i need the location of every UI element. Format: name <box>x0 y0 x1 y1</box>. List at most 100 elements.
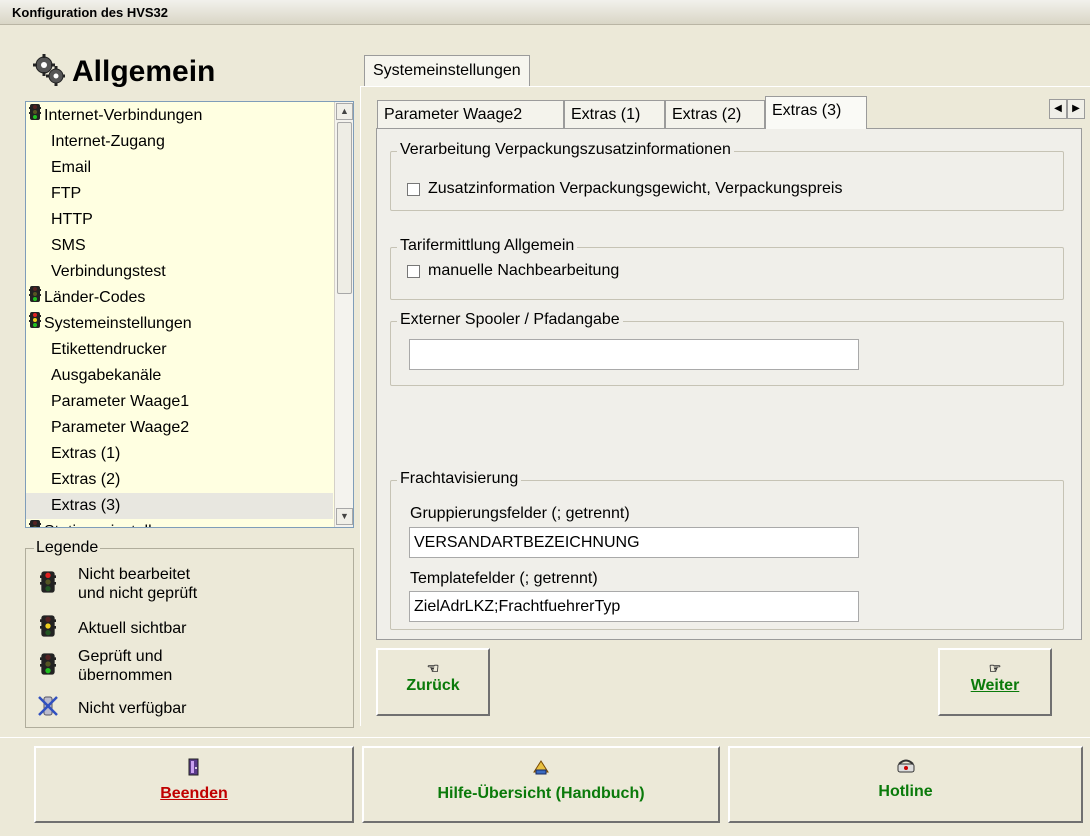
template-input[interactable]: ZielAdrLKZ;FrachtfuehrerTyp <box>409 591 859 622</box>
tree-item-label: Extras (1) <box>51 445 121 462</box>
tree-node[interactable]: Stationseinstellungen <box>26 519 196 527</box>
legend-item: Nicht verfügbar <box>36 695 187 722</box>
checkbox-box[interactable] <box>407 182 420 196</box>
phone-icon <box>730 758 1081 779</box>
legend-item: Aktuell sichtbar <box>36 615 187 642</box>
checkbox-box[interactable] <box>407 264 420 278</box>
section-heading: Allgemein <box>32 52 215 92</box>
tree-node[interactable]: Länder-Codes <box>26 285 145 311</box>
tarif-checkbox[interactable]: manuelle Nachbearbeitung <box>407 262 619 280</box>
legend-title: Legende <box>34 539 101 557</box>
legend-item: Nicht bearbeitet und nicht geprüft <box>36 565 197 603</box>
legend-item-text: Aktuell sichtbar <box>78 619 187 638</box>
help-book-icon <box>364 758 718 781</box>
group-verpackung: Verarbeitung Verpackungszusatzinformatio… <box>390 141 1064 211</box>
group-spooler-title: Externer Spooler / Pfadangabe <box>397 311 623 329</box>
traffic-light-green-icon <box>36 652 60 680</box>
group-tarif: Tarifermittlung Allgemein manuelle Nachb… <box>390 237 1064 300</box>
tree-item-label: Parameter Waage2 <box>51 419 190 436</box>
legend-item-line2: und nicht geprüft <box>78 585 198 602</box>
scroll-up-button[interactable]: ▲ <box>336 103 353 120</box>
tab-extras-1[interactable]: Extras (1) <box>564 100 665 128</box>
tree-item-label: Email <box>51 159 92 176</box>
tree-leaf[interactable]: Ausgabekanäle <box>26 363 161 389</box>
tab-scroll-right-icon[interactable]: ▶ <box>1067 99 1085 119</box>
tarif-checkbox-label[interactable]: manuelle Nachbearbeitung <box>428 262 619 280</box>
section-heading-text: Allgemein <box>72 55 216 88</box>
help-button[interactable]: Hilfe-Übersicht (Handbuch) <box>362 746 720 823</box>
verpackung-checkbox[interactable]: Zusatzinformation Verpackungsgewicht, Ve… <box>407 180 842 198</box>
not-available-icon <box>36 695 60 722</box>
legend-item: Geprüft und übernommen <box>36 647 172 685</box>
legend-item-line1: Geprüft und <box>78 648 163 665</box>
group-fracht: Frachtavisierung Gruppierungsfelder (; g… <box>390 470 1064 630</box>
legend-item-line1: Aktuell sichtbar <box>78 620 187 637</box>
window-title: Konfiguration des HVS32 <box>0 0 1090 25</box>
tab-content-extras-3: Verarbeitung Verpackungszusatzinformatio… <box>376 128 1082 640</box>
tree-scrollbar[interactable]: ▲ ▼ <box>334 102 353 527</box>
tree-leaf[interactable]: Extras (1) <box>26 441 120 467</box>
gruppierung-label: Gruppierungsfelder (; getrennt) <box>410 505 630 522</box>
help-button-label: Hilfe-Übersicht (Handbuch) <box>437 785 645 802</box>
legend-item-text: Nicht verfügbar <box>78 699 187 718</box>
tree-item-label: Extras (3) <box>51 497 121 514</box>
tree-leaf[interactable]: Extras (2) <box>26 467 120 493</box>
tab-scroll-left-icon[interactable]: ◀ <box>1049 99 1067 119</box>
next-button-label: Weiter <box>970 677 1020 694</box>
tree-leaf[interactable]: FTP <box>26 181 81 207</box>
verpackung-checkbox-label[interactable]: Zusatzinformation Verpackungsgewicht, Ve… <box>428 180 842 198</box>
tab-parameter-waage2[interactable]: Parameter Waage2 <box>377 100 564 128</box>
scroll-down-button[interactable]: ▼ <box>336 508 353 525</box>
quit-button[interactable]: Beenden <box>34 746 354 823</box>
next-button[interactable]: ☞ Weiter <box>938 648 1052 716</box>
tree-item-label: Etikettendrucker <box>51 341 167 358</box>
tree-item-label: Länder-Codes <box>44 289 146 307</box>
hotline-button[interactable]: Hotline <box>728 746 1083 823</box>
group-verpackung-title: Verarbeitung Verpackungszusatzinformatio… <box>397 141 734 159</box>
tree-leaf[interactable]: Email <box>26 155 91 181</box>
hand-left-icon: ☜ <box>426 660 440 676</box>
tree-item-label: Stationseinstellungen <box>44 523 196 527</box>
back-button[interactable]: ☜ Zurück <box>376 648 490 716</box>
group-fracht-title: Frachtavisierung <box>397 470 522 488</box>
quit-button-label: Beenden <box>160 785 228 802</box>
tree-leaf[interactable]: HTTP <box>26 207 93 233</box>
tree-node[interactable]: Internet-Verbindungen <box>26 103 202 129</box>
legend-item-line1: Nicht verfügbar <box>78 700 187 717</box>
tree-item-label: Extras (2) <box>51 471 121 488</box>
tree-leaf[interactable]: Extras (3) <box>26 493 333 519</box>
tab-extras-2[interactable]: Extras (2) <box>665 100 765 128</box>
spooler-path-input[interactable] <box>409 339 859 370</box>
traffic-light-yellow-icon <box>36 615 60 642</box>
group-spooler: Externer Spooler / Pfadangabe <box>390 311 1064 386</box>
tree-node[interactable]: Systemeinstellungen <box>26 311 192 337</box>
legend-group: Legende Nicht bearbeitet und nicht geprüf… <box>25 539 354 728</box>
tab-systemeinstellungen[interactable]: Systemeinstellungen <box>364 55 530 86</box>
traffic-light-icon <box>29 519 41 527</box>
gruppierung-input[interactable]: VERSANDARTBEZEICHNUNG <box>409 527 859 558</box>
tree-item-label: FTP <box>51 185 82 202</box>
tree-item-label: Ausgabekanäle <box>51 367 162 384</box>
scroll-thumb[interactable] <box>337 122 352 294</box>
gears-icon <box>32 53 66 92</box>
legend-item-line1: Nicht bearbeitet <box>78 566 191 583</box>
legend-item-text: Geprüft und übernommen <box>78 647 172 685</box>
navigation-tree[interactable]: Internet-Verbindungen Internet-Zugang Emai… <box>25 101 354 528</box>
tree-leaf[interactable]: Parameter Waage1 <box>26 389 189 415</box>
tree-leaf[interactable]: Parameter Waage2 <box>26 415 189 441</box>
tab-scroll-arrows: ◀ ▶ <box>1049 99 1085 119</box>
traffic-light-icon <box>29 311 41 337</box>
tree-item-label: Internet-Verbindungen <box>44 107 203 125</box>
template-label: Templatefelder (; getrennt) <box>410 570 598 587</box>
tree-leaf[interactable]: Verbindungstest <box>26 259 166 285</box>
legend-item-text: Nicht bearbeitet und nicht geprüft <box>78 565 197 603</box>
traffic-light-icon <box>29 285 41 311</box>
hand-right-icon: ☞ <box>988 660 1002 676</box>
group-tarif-title: Tarifermittlung Allgemein <box>397 237 578 255</box>
tree-item-label: SMS <box>51 237 86 254</box>
tree-leaf[interactable]: Etikettendrucker <box>26 337 167 363</box>
tree-leaf[interactable]: SMS <box>26 233 86 259</box>
tab-extras-3[interactable]: Extras (3) <box>765 96 867 129</box>
back-button-label: Zurück <box>406 677 460 694</box>
tree-leaf[interactable]: Internet-Zugang <box>26 129 165 155</box>
